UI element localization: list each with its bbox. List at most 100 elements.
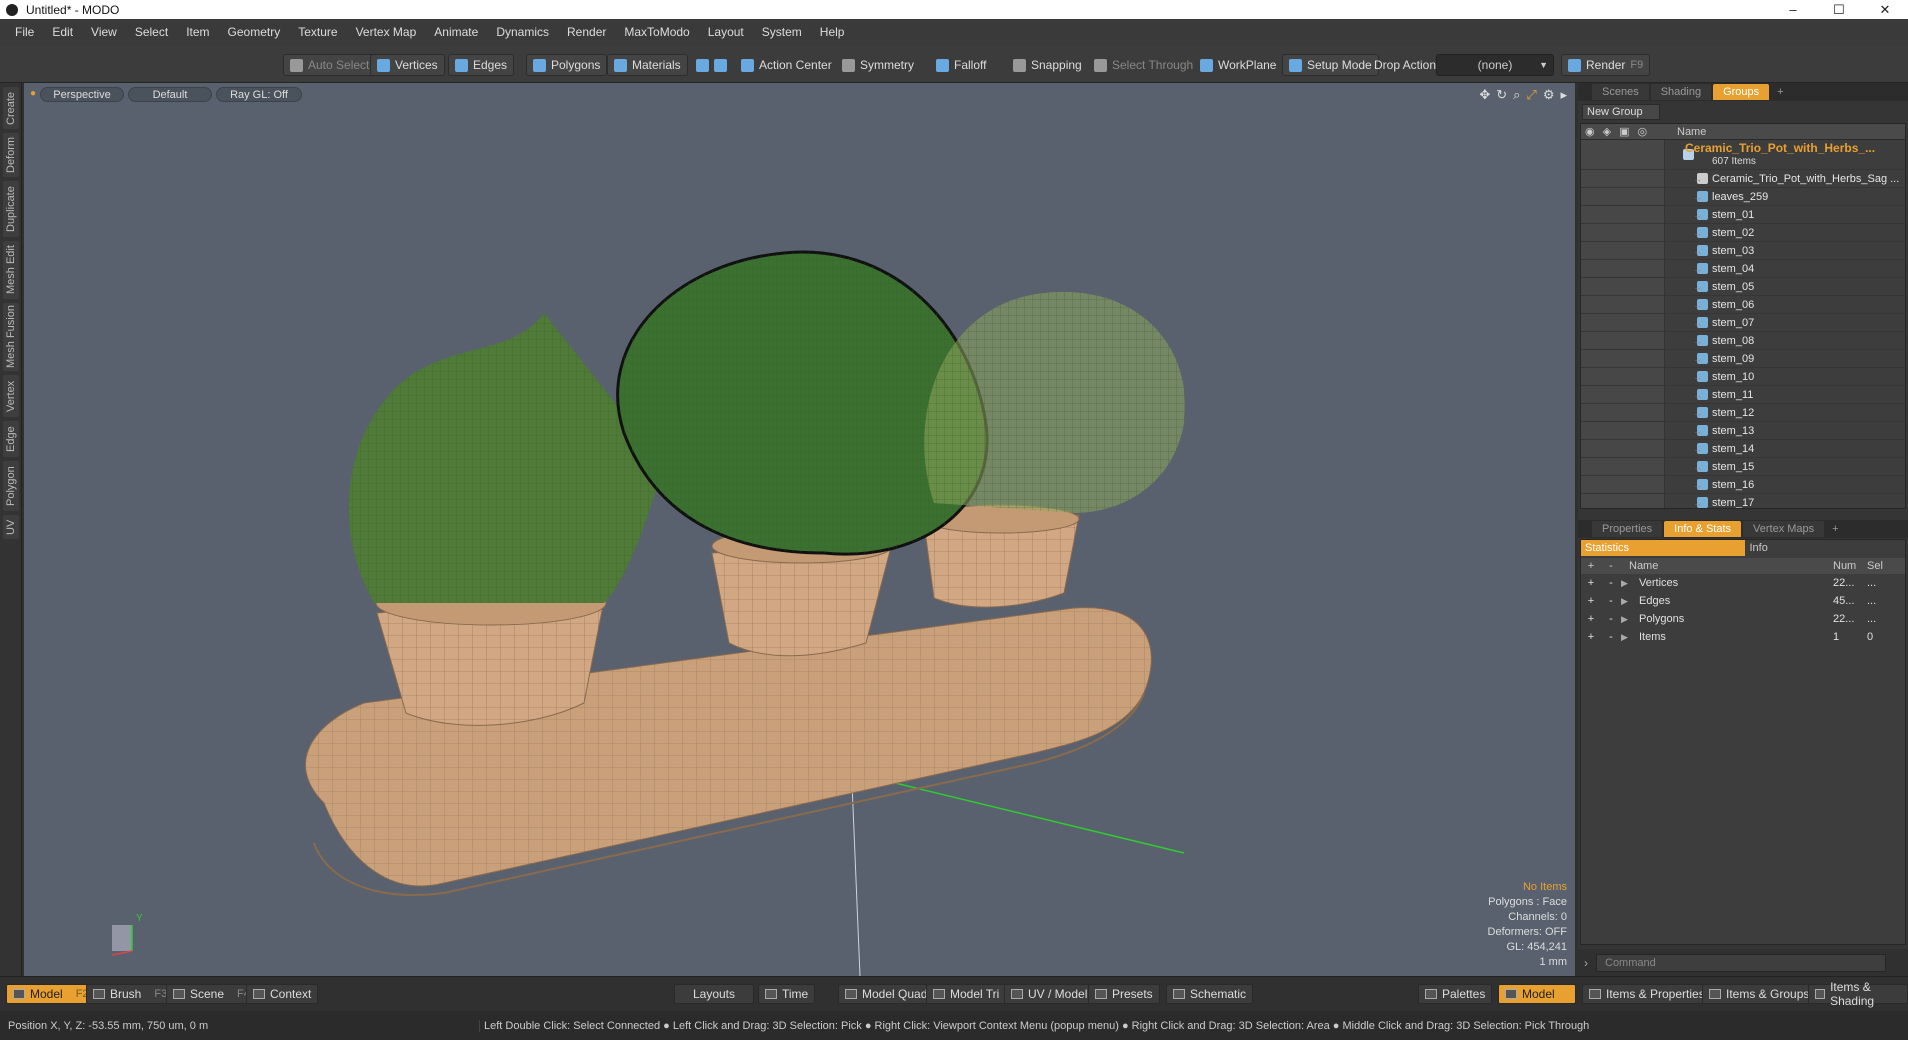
add-icon[interactable]: + xyxy=(1581,613,1601,625)
root-visibility-toggles[interactable] xyxy=(1581,140,1665,169)
items-properties-button[interactable]: Items & Properties xyxy=(1582,984,1712,1004)
item-visibility[interactable] xyxy=(1581,314,1665,331)
menu-geometry[interactable]: Geometry xyxy=(219,25,290,39)
viewport-expand-icon[interactable]: ▸ xyxy=(1560,87,1567,103)
workplane-button[interactable]: WorkPlane xyxy=(1194,54,1282,76)
tab-mesh-edit[interactable]: Mesh Edit xyxy=(3,241,19,299)
menu-maxtomodo[interactable]: MaxToModo xyxy=(615,25,698,39)
rotate-view-icon[interactable]: ↻ xyxy=(1496,87,1507,103)
tab-groups[interactable]: Groups xyxy=(1713,84,1770,100)
snapping-button[interactable]: Snapping xyxy=(1007,54,1088,76)
edges-button[interactable]: Edges xyxy=(448,54,515,76)
presets-button[interactable]: Presets xyxy=(1088,984,1160,1004)
stats-row-items[interactable]: + - ▶ Items 1 0 xyxy=(1581,628,1905,646)
group-item-row[interactable]: → stem_11 xyxy=(1581,386,1905,404)
item-visibility[interactable] xyxy=(1581,206,1665,223)
remove-icon[interactable]: - xyxy=(1601,613,1621,625)
select-through-button[interactable]: Select Through xyxy=(1088,54,1199,76)
new-group-button[interactable]: New Group xyxy=(1582,104,1660,120)
tab-vertex[interactable]: Vertex xyxy=(3,375,19,417)
tab-polygon[interactable]: Polygon xyxy=(3,461,19,511)
add-icon[interactable]: + xyxy=(1581,631,1601,643)
remove-icon[interactable]: - xyxy=(1601,595,1621,607)
tab-info[interactable]: Info xyxy=(1745,540,1905,556)
materials-button[interactable]: Materials xyxy=(607,54,688,76)
item-visibility[interactable] xyxy=(1581,260,1665,277)
falloff-button[interactable]: Falloff xyxy=(930,54,992,76)
add-tab-icon[interactable]: + xyxy=(1826,521,1844,537)
view-type-button[interactable]: Perspective xyxy=(40,87,124,102)
tab-scenes[interactable]: Scenes xyxy=(1592,84,1649,100)
item-visibility[interactable] xyxy=(1581,278,1665,295)
action-center-button[interactable]: Action Center xyxy=(735,54,838,76)
menu-vertex-map[interactable]: Vertex Map xyxy=(347,25,426,39)
tab-deform[interactable]: Deform xyxy=(3,133,19,177)
item-visibility[interactable] xyxy=(1581,440,1665,457)
tab-shading[interactable]: Shading xyxy=(1650,84,1712,100)
schematic-button[interactable]: Schematic xyxy=(1166,984,1254,1004)
polygons-button[interactable]: Polygons xyxy=(526,54,608,76)
menu-animate[interactable]: Animate xyxy=(425,25,487,39)
add-icon[interactable]: + xyxy=(1581,595,1601,607)
group-item-row[interactable]: → stem_15 xyxy=(1581,458,1905,476)
item-visibility[interactable] xyxy=(1581,404,1665,421)
group-item-row[interactable]: → Ceramic_Trio_Pot_with_Herbs_Sag ... xyxy=(1581,170,1905,188)
group-item-row[interactable]: → stem_05 xyxy=(1581,278,1905,296)
group-item-row[interactable]: → stem_07 xyxy=(1581,314,1905,332)
items-shading-button[interactable]: Items & Shading xyxy=(1808,980,1908,1008)
item-visibility[interactable] xyxy=(1581,350,1665,367)
remove-icon[interactable]: - xyxy=(1601,577,1621,589)
brush-tab-button[interactable]: Brush F3 xyxy=(86,984,175,1004)
raygl-button[interactable]: Ray GL: Off xyxy=(216,87,302,102)
expand-arrow-icon[interactable]: ▶ xyxy=(1621,614,1639,625)
menu-system[interactable]: System xyxy=(753,25,811,39)
scene-tab-button[interactable]: Scene F4 xyxy=(166,984,257,1004)
stats-row-vertices[interactable]: + - ▶ Vertices 22...... xyxy=(1581,574,1905,592)
viewport-settings-icon[interactable]: ⚙ xyxy=(1543,87,1555,103)
group-item-row[interactable]: → stem_02 xyxy=(1581,224,1905,242)
group-item-row[interactable]: → stem_12 xyxy=(1581,404,1905,422)
move-view-icon[interactable]: ✥ xyxy=(1479,87,1490,103)
layouts-button[interactable]: Layouts xyxy=(674,984,754,1004)
tab-uv[interactable]: UV xyxy=(3,515,19,539)
group-item-row[interactable]: → stem_01 xyxy=(1581,206,1905,224)
command-input[interactable]: Command xyxy=(1596,953,1886,972)
menu-layout[interactable]: Layout xyxy=(699,25,753,39)
model-layout-button[interactable]: Model xyxy=(1498,984,1576,1004)
tab-duplicate[interactable]: Duplicate xyxy=(3,181,19,237)
expand-arrow-icon[interactable]: ▶ xyxy=(1621,596,1639,607)
model-tab-button[interactable]: Model F2 xyxy=(6,984,96,1004)
stats-row-polygons[interactable]: + - ▶ Polygons 22...... xyxy=(1581,610,1905,628)
drop-action-dropdown[interactable]: (none) ▼ xyxy=(1436,54,1554,76)
item-visibility[interactable] xyxy=(1581,368,1665,385)
symmetry-button[interactable]: Symmetry xyxy=(836,54,920,76)
item-visibility[interactable] xyxy=(1581,476,1665,493)
auto-select-button[interactable]: Auto Select xyxy=(283,54,377,76)
stats-row-edges[interactable]: + - ▶ Edges 45...... xyxy=(1581,592,1905,610)
menu-item[interactable]: Item xyxy=(177,25,218,39)
remove-icon[interactable]: - xyxy=(1601,631,1621,643)
collapse-all-icon[interactable]: - xyxy=(1601,560,1621,572)
item-visibility[interactable] xyxy=(1581,296,1665,313)
menu-dynamics[interactable]: Dynamics xyxy=(487,25,558,39)
group-root-row[interactable]: Ceramic_Trio_Pot_with_Herbs_... 607 Item… xyxy=(1581,140,1905,170)
menu-view[interactable]: View xyxy=(82,25,126,39)
item-visibility[interactable] xyxy=(1581,386,1665,403)
group-item-row[interactable]: → stem_03 xyxy=(1581,242,1905,260)
menu-help[interactable]: Help xyxy=(811,25,854,39)
item-visibility[interactable] xyxy=(1581,170,1665,187)
group-item-row[interactable]: → stem_10 xyxy=(1581,368,1905,386)
tab-info-stats[interactable]: Info & Stats xyxy=(1664,521,1742,537)
maximize-button[interactable]: ☐ xyxy=(1816,0,1862,19)
expand-all-icon[interactable]: + xyxy=(1581,560,1601,572)
fit-view-icon[interactable]: ⤢ xyxy=(1526,87,1536,103)
group-item-row[interactable]: → stem_09 xyxy=(1581,350,1905,368)
item-visibility[interactable] xyxy=(1581,458,1665,475)
menu-edit[interactable]: Edit xyxy=(43,25,82,39)
add-icon[interactable]: + xyxy=(1581,577,1601,589)
context-tab-button[interactable]: Context xyxy=(246,984,319,1004)
model-tri-button[interactable]: Model Tri xyxy=(926,984,1007,1004)
group-item-row[interactable]: → stem_17 xyxy=(1581,494,1905,508)
group-item-row[interactable]: → stem_16 xyxy=(1581,476,1905,494)
expand-arrow-icon[interactable]: ▶ xyxy=(1621,632,1639,643)
